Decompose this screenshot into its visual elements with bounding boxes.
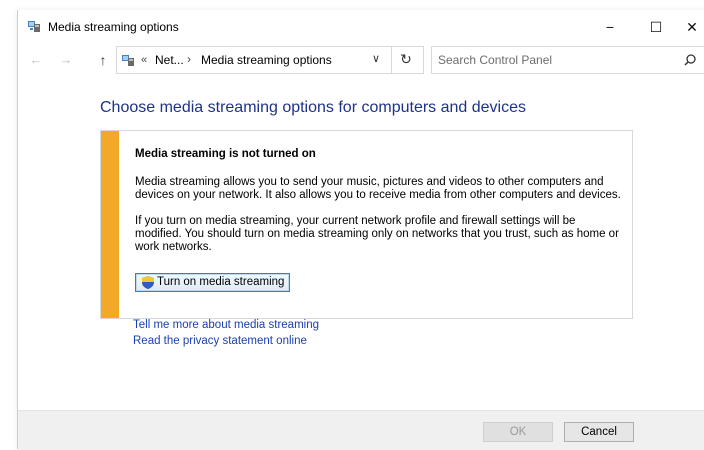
close-button[interactable]: ✕: [679, 10, 704, 42]
cancel-button[interactable]: Cancel: [564, 422, 634, 442]
title-bar: Media streaming options − ☐ ✕: [18, 10, 704, 42]
description-paragraph: Media streaming allows you to send your …: [135, 176, 621, 201]
window-title: Media streaming options: [48, 20, 179, 34]
location-icon: [122, 55, 134, 66]
turn-on-media-streaming-button[interactable]: Turn on media streaming: [135, 273, 290, 292]
dialog-footer: OK Cancel: [18, 410, 704, 450]
chevron-down-icon[interactable]: ∨: [372, 52, 380, 65]
address-divider: [391, 47, 392, 73]
search-input[interactable]: [438, 52, 668, 68]
close-icon: ✕: [686, 19, 698, 35]
maximize-button[interactable]: ☐: [633, 10, 679, 42]
address-bar[interactable]: « Net... › Media streaming options ∨ ↻: [116, 46, 424, 74]
search-box[interactable]: [431, 46, 704, 74]
minimize-button[interactable]: −: [587, 10, 633, 42]
privacy-statement-link[interactable]: Read the privacy statement online: [133, 335, 307, 347]
media-streaming-window: Media streaming options − ☐ ✕ ← → ↑ « Ne…: [17, 10, 704, 450]
up-arrow-icon[interactable]: ↑: [93, 50, 113, 70]
learn-more-link[interactable]: Tell me more about media streaming: [133, 319, 319, 331]
minimize-icon: −: [605, 19, 615, 35]
uac-shield-icon: [142, 276, 154, 289]
info-panel: Media streaming is not turned on Media s…: [100, 130, 633, 319]
maximize-icon: ☐: [649, 19, 663, 35]
search-icon[interactable]: [683, 53, 697, 67]
navigation-bar: ← → ↑ « Net... › Media streaming options…: [18, 46, 704, 76]
breadcrumb-separator[interactable]: ›: [187, 52, 191, 66]
page-title: Choose media streaming options for compu…: [100, 99, 526, 116]
info-title: Media streaming is not turned on: [135, 148, 316, 160]
forward-arrow-icon[interactable]: →: [56, 50, 76, 70]
ok-button[interactable]: OK: [483, 422, 553, 442]
media-streaming-icon: [28, 21, 40, 32]
breadcrumb-network[interactable]: Net...: [155, 53, 184, 67]
turn-on-button-label: Turn on media streaming: [157, 276, 285, 288]
warning-stripe: [101, 131, 119, 318]
breadcrumb-current[interactable]: Media streaming options: [201, 53, 332, 67]
refresh-icon[interactable]: ↻: [395, 51, 417, 68]
back-arrow-icon[interactable]: ←: [26, 50, 46, 70]
warning-paragraph: If you turn on media streaming, your cur…: [135, 215, 619, 253]
breadcrumb-overflow[interactable]: «: [141, 54, 147, 66]
